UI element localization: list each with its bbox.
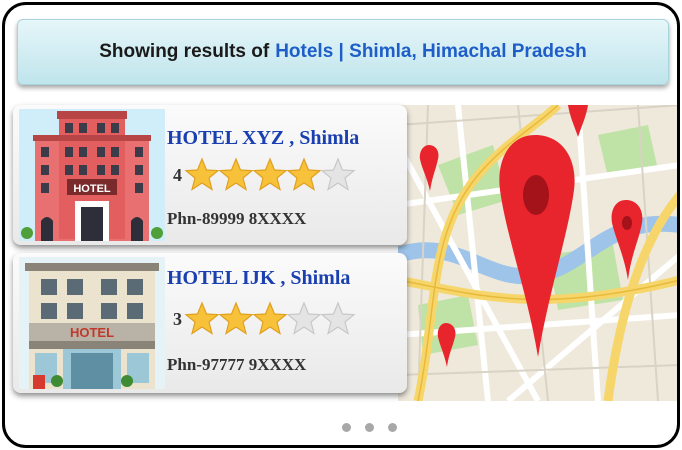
pagination-dot[interactable] xyxy=(388,423,397,432)
star-filled-icon xyxy=(252,157,288,191)
star-filled-icon xyxy=(218,157,254,191)
header-prefix: Showing results of xyxy=(99,41,270,62)
hotel-sign: HOTEL xyxy=(73,183,111,195)
hotel-sign: HOTEL xyxy=(70,325,114,340)
hotel-result-card[interactable]: HOTEL HOTEL IJK , Shimla 3 Phn-97777 9XX… xyxy=(13,253,407,393)
map-graphic[interactable] xyxy=(398,105,680,401)
hotel-name[interactable]: HOTEL XYZ , Shimla xyxy=(167,127,359,150)
rating-value: 4 xyxy=(173,164,182,185)
hotel-rating: 4 xyxy=(173,157,356,193)
map-view[interactable] xyxy=(398,105,680,401)
pagination-dot[interactable] xyxy=(365,423,374,432)
star-empty-icon xyxy=(286,301,322,335)
pagination-dot[interactable] xyxy=(342,423,351,432)
star-filled-icon xyxy=(252,301,288,335)
star-empty-icon xyxy=(320,157,356,191)
results-header: Showing results of Hotels | Shimla, Hima… xyxy=(17,19,669,85)
hotel-phone[interactable]: Phn-89999 8XXXX xyxy=(167,209,306,229)
hotel-phone[interactable]: Phn-97777 9XXXX xyxy=(167,355,306,375)
pagination-dots xyxy=(342,423,397,432)
star-rating xyxy=(184,301,356,337)
star-filled-icon xyxy=(184,157,220,191)
rating-value: 3 xyxy=(173,308,182,329)
star-filled-icon xyxy=(184,301,220,335)
star-empty-icon xyxy=(320,301,356,335)
results-panel: Showing results of Hotels | Shimla, Hima… xyxy=(2,2,680,448)
hotel-name[interactable]: HOTEL IJK , Shimla xyxy=(167,267,350,290)
star-rating xyxy=(184,157,356,193)
star-filled-icon xyxy=(218,301,254,335)
hotel-result-card[interactable]: HOTEL HOTEL XYZ , Shimla 4 Phn-89999 8XX… xyxy=(13,105,407,245)
hotel-thumbnail[interactable]: HOTEL xyxy=(19,109,165,241)
hotel-rating: 3 xyxy=(173,301,356,337)
search-query[interactable]: Hotels | Shimla, Himachal Pradesh xyxy=(275,41,587,63)
star-filled-icon xyxy=(286,157,322,191)
hotel-thumbnail[interactable]: HOTEL xyxy=(19,257,165,389)
